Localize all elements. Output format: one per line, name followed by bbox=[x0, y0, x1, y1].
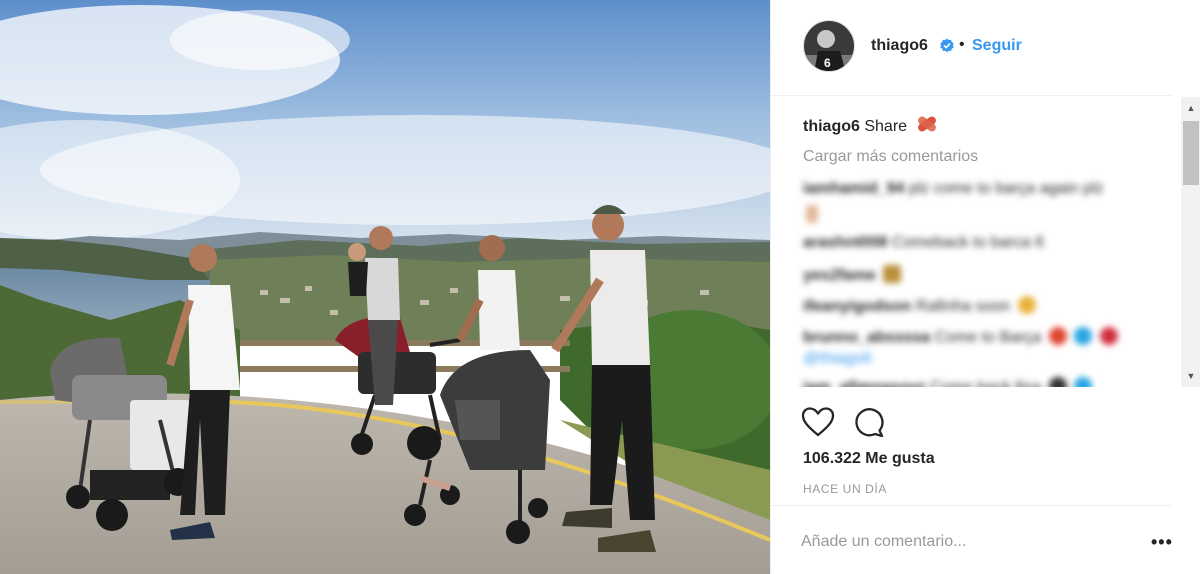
caption-username[interactable]: thiago6 bbox=[803, 118, 860, 135]
comment-text: plz come to barça again plz bbox=[908, 180, 1104, 197]
post-actions: 106.322 Me gusta HACE UN DÍA bbox=[771, 388, 1171, 504]
comment-item: @thiago6 bbox=[803, 350, 872, 368]
add-comment-section: ••• bbox=[771, 505, 1173, 574]
comment-username[interactable]: ifeanyigodson bbox=[803, 298, 911, 315]
comment-mention[interactable]: @thiago6 bbox=[803, 350, 872, 367]
avatar-image: 6 bbox=[804, 21, 854, 71]
comment-username[interactable]: yes2fame bbox=[803, 267, 876, 284]
comment-item: ifeanyigodson Rafinha soon bbox=[803, 296, 1036, 316]
emoji-icon bbox=[1048, 377, 1067, 387]
scrollbar-thumb[interactable] bbox=[1183, 121, 1199, 185]
caption: thiago6 Share bbox=[803, 114, 938, 136]
likes-count[interactable]: 106.322 Me gusta bbox=[803, 450, 935, 468]
post-photo-image bbox=[0, 0, 770, 574]
bandage-emoji-icon bbox=[917, 116, 936, 132]
emoji-icon bbox=[1074, 327, 1093, 345]
comment-text: Comeback to barca 6 bbox=[891, 234, 1045, 251]
post-timestamp: HACE UN DÍA bbox=[803, 482, 887, 496]
comment-text: Rafinha soon bbox=[915, 298, 1011, 315]
header-username[interactable]: thiago6 bbox=[871, 37, 928, 55]
scroll-down-arrow-icon[interactable]: ▼ bbox=[1181, 371, 1200, 381]
svg-text:6: 6 bbox=[824, 56, 831, 70]
comment-item: iamhamid_94 plz come to barça again plz bbox=[803, 180, 1104, 198]
emoji-icon bbox=[1048, 327, 1067, 345]
comment-text: Come back fina bbox=[930, 379, 1041, 387]
header-separator: • bbox=[959, 36, 965, 53]
post-header: 6 thiago6 • Seguir bbox=[771, 0, 1171, 96]
like-heart-icon[interactable] bbox=[801, 406, 835, 438]
load-more-comments-button[interactable]: Cargar más comentarios bbox=[803, 148, 978, 166]
comment-item: brunno_abssssa Come to Barça bbox=[803, 327, 1118, 347]
comment-bubble-icon[interactable] bbox=[853, 406, 885, 438]
more-options-icon[interactable]: ••• bbox=[1151, 532, 1173, 553]
emoji-icon bbox=[1099, 327, 1118, 345]
caption-text: Share bbox=[864, 118, 908, 135]
comment-username[interactable]: iamhamid_94 bbox=[803, 180, 904, 197]
comments-scrollbar[interactable]: ▲ ▼ bbox=[1181, 97, 1200, 387]
emoji-icon bbox=[1017, 296, 1036, 314]
emoji-icon bbox=[1074, 377, 1093, 387]
comment-item: arashnt008 Comeback to barca 6 bbox=[803, 234, 1044, 252]
verified-badge-icon bbox=[940, 38, 954, 53]
comment-username[interactable]: iam_afimnasour bbox=[803, 379, 926, 387]
comment-item: yes2fame bbox=[803, 265, 902, 285]
scroll-up-arrow-icon[interactable]: ▲ bbox=[1181, 103, 1200, 113]
comment-item bbox=[803, 205, 818, 225]
emoji-icon bbox=[883, 265, 902, 283]
comment-text: Come to Barça bbox=[934, 329, 1042, 346]
avatar[interactable]: 6 bbox=[803, 20, 855, 72]
follow-button[interactable]: Seguir bbox=[972, 37, 1022, 55]
comment-username[interactable]: brunno_abssssa bbox=[803, 329, 930, 346]
comment-username[interactable]: arashnt008 bbox=[803, 234, 888, 251]
comment-item: iam_afimnasour Come back fina bbox=[803, 377, 1093, 387]
add-comment-input[interactable] bbox=[801, 530, 1121, 554]
comments-list[interactable]: thiago6 Share Cargar más comentarios iam… bbox=[771, 97, 1181, 387]
emoji-icon bbox=[806, 205, 818, 223]
post-photo[interactable] bbox=[0, 0, 770, 574]
post-sidebar: 6 thiago6 • Seguir thiago6 Share Cargar … bbox=[770, 0, 1200, 574]
